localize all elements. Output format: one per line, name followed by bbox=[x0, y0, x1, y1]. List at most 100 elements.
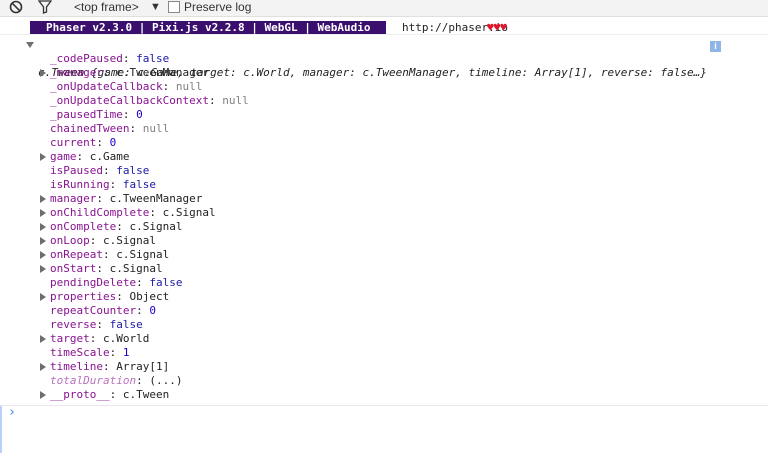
info-icon[interactable]: i bbox=[710, 41, 721, 52]
property-key: properties bbox=[50, 290, 117, 303]
expand-triangle-icon[interactable] bbox=[40, 251, 46, 259]
property-value: 0 bbox=[149, 304, 156, 317]
property-key: onStart bbox=[50, 262, 97, 275]
property-value: null bbox=[175, 80, 203, 93]
property-key: isPaused bbox=[50, 164, 103, 177]
property-value: c.Tween bbox=[122, 388, 170, 401]
expand-triangle-icon[interactable] bbox=[40, 153, 46, 161]
property-separator: : bbox=[102, 248, 117, 261]
expand-triangle-icon[interactable] bbox=[40, 209, 46, 217]
prompt-indicator-bar bbox=[0, 406, 2, 453]
property-value: Array[1] bbox=[116, 360, 170, 373]
property-separator: : bbox=[109, 178, 123, 191]
property-separator: : bbox=[129, 122, 143, 135]
console-toolbar: <top frame> ▼ Preserve log bbox=[0, 0, 768, 17]
property-value: c.World bbox=[103, 332, 150, 345]
expand-triangle-icon[interactable] bbox=[40, 237, 46, 245]
property-value: c.Signal bbox=[116, 248, 170, 261]
property-entry: isPaused: false bbox=[50, 164, 149, 178]
frame-select[interactable]: <top frame> bbox=[74, 0, 139, 14]
property-entry: manager: c.TweenManager bbox=[50, 192, 202, 206]
property-entry: timeline: Array[1] bbox=[50, 360, 169, 374]
clear-console-icon[interactable] bbox=[9, 0, 23, 14]
property-separator: : bbox=[102, 66, 117, 79]
expand-triangle-icon[interactable] bbox=[40, 223, 46, 231]
property-key: isRunning bbox=[50, 178, 110, 191]
expand-triangle-icon[interactable] bbox=[40, 363, 46, 371]
property-separator: : bbox=[96, 192, 110, 205]
hearts: ♥♥♥ bbox=[487, 21, 507, 34]
property-separator: : bbox=[96, 262, 110, 275]
property-value: false bbox=[136, 52, 170, 65]
property-value: 0 bbox=[136, 108, 143, 121]
property-separator: : bbox=[96, 136, 110, 149]
property-entry: properties: Object bbox=[50, 290, 169, 304]
expand-triangle-icon[interactable] bbox=[40, 265, 46, 273]
property-entry: onComplete: c.Signal bbox=[50, 220, 182, 234]
property-key: _pausedTime bbox=[50, 108, 123, 121]
property-value: c.Signal bbox=[129, 220, 183, 233]
expand-triangle-icon[interactable] bbox=[26, 42, 34, 48]
property-entry: _onUpdateCallback: null bbox=[50, 80, 202, 94]
property-value: false bbox=[116, 164, 150, 177]
property-key: chainedTween bbox=[50, 122, 130, 135]
property-key: onChildComplete bbox=[50, 206, 150, 219]
expand-triangle-icon[interactable] bbox=[40, 391, 46, 399]
object-tree-header[interactable]: c.Tween {game: c.Game, target: c.World, … bbox=[26, 38, 707, 79]
property-value: c.Signal bbox=[162, 206, 216, 219]
property-value: c.Game bbox=[89, 150, 130, 163]
property-key: onRepeat bbox=[50, 248, 103, 261]
phaser-banner: Phaser v2.3.0 | Pixi.js v2.2.8 | WebGL |… bbox=[30, 21, 386, 34]
property-value: c.Signal bbox=[109, 262, 163, 275]
property-value: null bbox=[142, 122, 170, 135]
property-key: reverse bbox=[50, 318, 97, 331]
property-separator: : bbox=[109, 346, 123, 359]
property-entry: __proto__: c.Tween bbox=[50, 388, 169, 402]
expand-triangle-icon[interactable] bbox=[40, 293, 46, 301]
expand-triangle-icon[interactable] bbox=[40, 195, 46, 203]
property-separator: : bbox=[102, 164, 117, 177]
preserve-log-label: Preserve log bbox=[184, 0, 252, 14]
property-value[interactable]: (...) bbox=[149, 374, 182, 387]
property-value: false bbox=[109, 318, 143, 331]
property-separator: : bbox=[162, 80, 176, 93]
property-entry: pendingDelete: false bbox=[50, 276, 182, 290]
property-key: timeline bbox=[50, 360, 103, 373]
property-value: 0 bbox=[109, 136, 117, 149]
property-value: false bbox=[122, 178, 156, 191]
property-value: c.Signal bbox=[103, 234, 156, 247]
console-prompt-icon[interactable]: › bbox=[8, 406, 16, 420]
property-separator: : bbox=[116, 220, 130, 233]
property-separator: : bbox=[122, 52, 137, 65]
property-separator: : bbox=[116, 290, 130, 303]
expand-triangle-icon[interactable] bbox=[40, 335, 46, 343]
property-entry: _onUpdateCallbackContext: null bbox=[50, 94, 249, 108]
filter-icon[interactable] bbox=[38, 0, 52, 14]
property-entry: _manager: c.TweenManager bbox=[50, 66, 209, 80]
property-entry: game: c.Game bbox=[50, 150, 130, 164]
property-key: _onUpdateCallback bbox=[50, 80, 163, 93]
property-entry: chainedTween: null bbox=[50, 122, 169, 136]
property-key: _manager bbox=[50, 66, 103, 79]
property-entry: onStart: c.Signal bbox=[50, 262, 163, 276]
checkbox-box[interactable] bbox=[168, 1, 180, 13]
property-entry: onLoop: c.Signal bbox=[50, 234, 156, 248]
property-key: repeatCounter bbox=[50, 304, 137, 317]
property-separator: : bbox=[102, 360, 117, 373]
property-separator: : bbox=[136, 304, 150, 317]
property-value: 1 bbox=[122, 346, 130, 359]
property-key: manager bbox=[50, 192, 97, 205]
chevron-down-icon[interactable]: ▼ bbox=[150, 0, 161, 14]
property-entry: _codePaused: false bbox=[50, 52, 169, 66]
property-separator: : bbox=[96, 318, 110, 331]
property-value: null bbox=[222, 94, 249, 107]
property-entry: isRunning: false bbox=[50, 178, 156, 192]
property-value: c.TweenManager bbox=[109, 192, 203, 205]
expand-triangle-icon[interactable] bbox=[40, 69, 46, 77]
property-separator: : bbox=[89, 332, 103, 345]
property-separator: : bbox=[208, 94, 223, 107]
property-entry: timeScale: 1 bbox=[50, 346, 129, 360]
property-separator: : bbox=[76, 150, 90, 163]
property-key: onComplete bbox=[50, 220, 117, 233]
preserve-log-checkbox[interactable]: Preserve log bbox=[168, 0, 251, 14]
